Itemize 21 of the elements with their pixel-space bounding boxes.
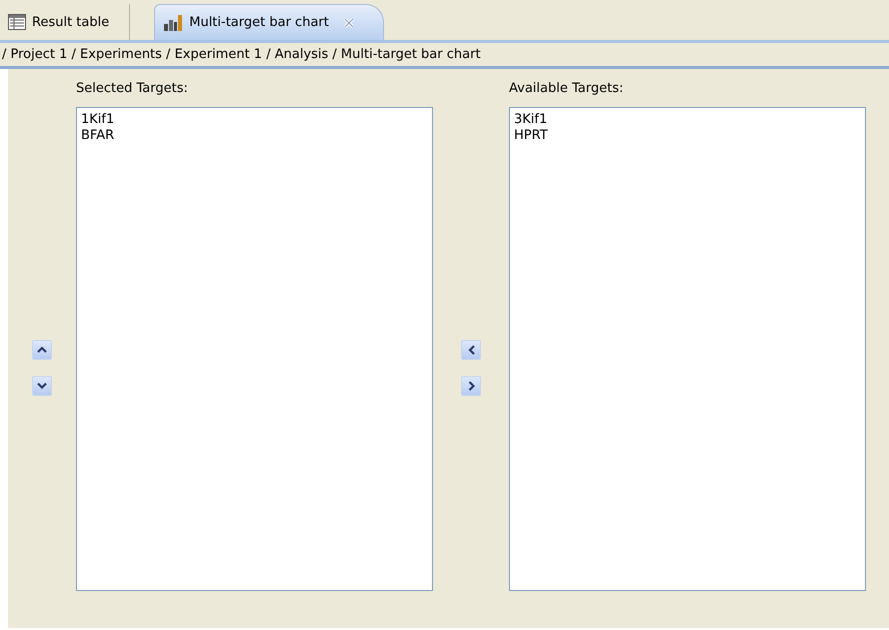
move-up-button[interactable] xyxy=(32,340,52,360)
chevron-left-icon xyxy=(468,344,474,354)
chevron-up-icon xyxy=(37,346,47,353)
remove-button[interactable] xyxy=(461,376,481,396)
available-targets-list[interactable]: 3Kif1 HPRT xyxy=(509,107,866,591)
chevron-right-icon xyxy=(468,380,474,390)
selected-targets-list[interactable]: 1Kif1 BFAR xyxy=(76,107,433,591)
breadcrumb: / Project 1 / Experiments / Experiment 1 / Analysis / Multi-target bar chart xyxy=(2,47,481,62)
add-button[interactable] xyxy=(461,340,481,360)
list-item[interactable]: 1Kif1 xyxy=(81,112,428,128)
close-icon[interactable] xyxy=(342,16,355,28)
tab[interactable]: Multi-target bar chart xyxy=(154,4,384,40)
list-item[interactable]: BFAR xyxy=(81,128,428,144)
table-icon xyxy=(8,14,26,30)
list-item[interactable]: HPRT xyxy=(514,128,861,144)
chevron-down-icon xyxy=(37,382,47,389)
list-label: Selected Targets: xyxy=(76,81,189,98)
bar-chart-icon xyxy=(163,14,184,30)
move-down-button[interactable] xyxy=(32,376,52,396)
list-item[interactable]: 3Kif1 xyxy=(514,112,861,128)
list-label: Available Targets: xyxy=(509,81,624,98)
